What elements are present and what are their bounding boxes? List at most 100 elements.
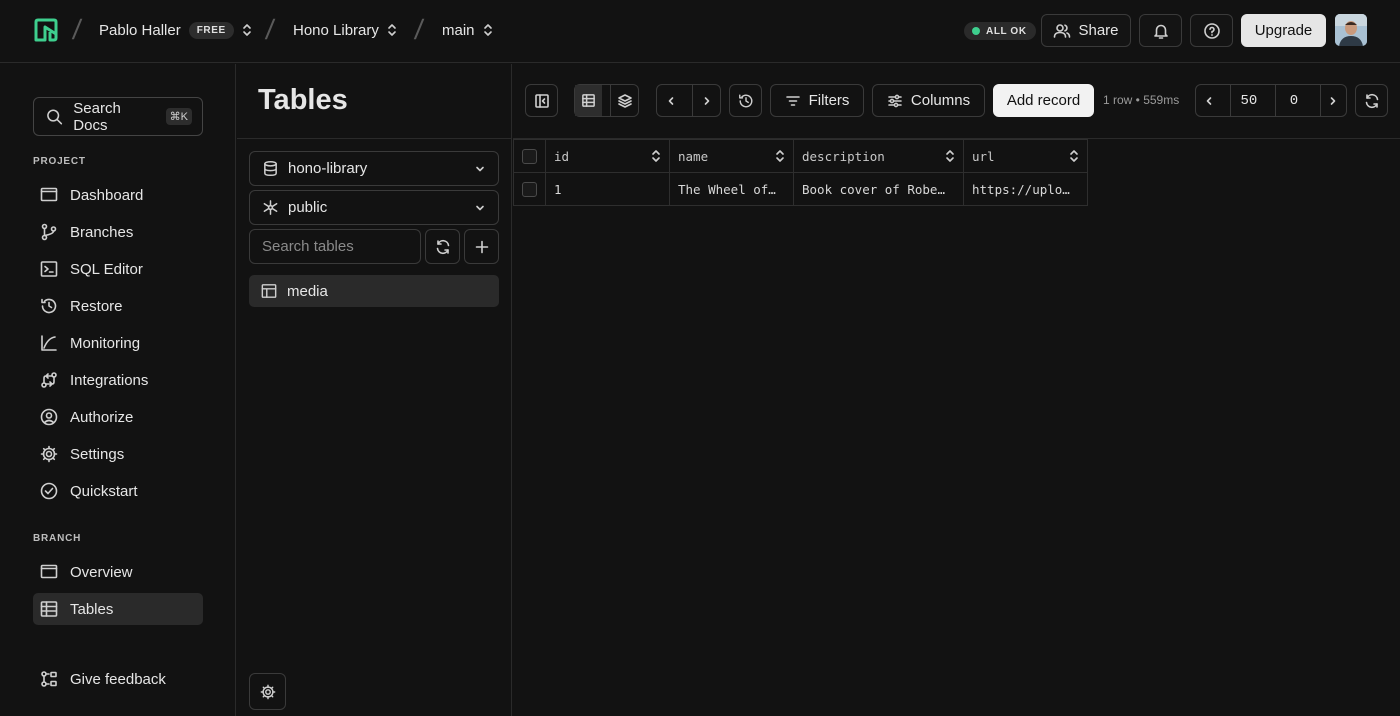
select-all-cell[interactable] <box>513 139 546 173</box>
sort-icon[interactable] <box>651 149 661 163</box>
toggle-sidebar-button[interactable] <box>525 84 558 117</box>
table-view-button[interactable] <box>575 85 603 116</box>
chevron-up-down-icon <box>242 24 251 36</box>
refresh-icon <box>1365 93 1378 108</box>
add-table-button[interactable] <box>464 229 499 264</box>
upgrade-button[interactable]: Upgrade <box>1241 14 1326 47</box>
chevron-up-down-icon <box>483 24 492 36</box>
monitor-icon <box>40 187 58 202</box>
help-button[interactable] <box>1190 14 1233 47</box>
chevron-down-icon <box>476 166 484 171</box>
chevron-right-icon <box>704 96 710 105</box>
refresh-tables-button[interactable] <box>425 229 460 264</box>
sidebar-item-overview[interactable]: Overview <box>33 556 203 588</box>
bell-icon <box>1153 24 1168 39</box>
top-bar: / Pablo Haller FREE / Hono Library / mai… <box>0 0 1400 63</box>
column-header-url[interactable]: url <box>963 139 1088 173</box>
history-button[interactable] <box>729 84 762 117</box>
column-header-name[interactable]: name <box>669 139 794 173</box>
sidebar-item-integrations[interactable]: Integrations <box>33 364 203 396</box>
sidebar-item-dashboard[interactable]: Dashboard <box>33 179 203 211</box>
integrations-icon <box>41 372 57 388</box>
cell-text: Book cover of Robe… <box>802 181 945 197</box>
columns-button[interactable]: Columns <box>872 84 985 117</box>
avatar[interactable] <box>1335 14 1367 46</box>
sidebar-item-label: SQL Editor <box>70 260 143 278</box>
status-badge[interactable]: ALL OK <box>964 22 1036 40</box>
branch-section-label: BRANCH <box>33 533 82 544</box>
schema-view-button[interactable] <box>610 85 638 116</box>
offset-field[interactable]: 0 <box>1274 85 1312 116</box>
cell-name[interactable]: The Wheel of… <box>669 172 794 206</box>
column-name: description <box>802 148 885 164</box>
add-record-button[interactable]: Add record <box>993 84 1094 117</box>
cell-id[interactable]: 1 <box>545 172 670 206</box>
column-header-description[interactable]: description <box>793 139 964 173</box>
chevron-up-down-icon <box>388 24 396 36</box>
sidebar-item-label: Restore <box>70 297 123 315</box>
column-header-id[interactable]: id <box>545 139 670 173</box>
row-checkbox[interactable] <box>522 181 537 197</box>
give-feedback-button[interactable]: Give feedback <box>33 663 203 695</box>
forward-button[interactable] <box>692 85 720 116</box>
filters-button[interactable]: Filters <box>770 84 864 117</box>
page-title: Tables <box>258 84 348 116</box>
search-tables-input[interactable] <box>249 229 421 264</box>
sort-icon[interactable] <box>1069 149 1079 163</box>
breadcrumb-separator: / <box>70 14 84 45</box>
sidebar-item-label: Settings <box>70 445 125 463</box>
branch-name: main <box>442 21 475 39</box>
main-content: Filters Columns Add record 1 row • 559ms… <box>513 64 1400 716</box>
search-docs-button[interactable]: Search Docs ⌘K <box>33 97 203 136</box>
sidebar-item-restore[interactable]: Restore <box>33 290 203 322</box>
sidebar-item-monitoring[interactable]: Monitoring <box>33 327 203 359</box>
schema-name: public <box>288 199 328 216</box>
sidebar-item-label: Quickstart <box>70 482 138 500</box>
select-all-checkbox[interactable] <box>522 148 537 164</box>
project-section-label: PROJECT <box>33 156 86 167</box>
data-grid: id name description url 1 The Wheel of… … <box>513 139 1088 206</box>
breadcrumb-project[interactable]: Hono Library <box>293 20 397 40</box>
sidebar-item-quickstart[interactable]: Quickstart <box>33 475 203 507</box>
page-size-field[interactable]: 50 <box>1229 85 1267 116</box>
table-list-item[interactable]: media <box>249 275 499 307</box>
table-name: media <box>287 282 328 300</box>
pagination: 50 0 <box>1195 84 1347 117</box>
chevron-left-icon <box>1206 96 1212 105</box>
sliders-icon <box>888 94 902 107</box>
breadcrumb-user[interactable]: Pablo Haller FREE <box>99 20 252 40</box>
next-page-button[interactable] <box>1319 85 1346 116</box>
column-name: name <box>678 148 709 164</box>
sidebar-collapse-icon <box>534 93 549 108</box>
sidebar-item-sql-editor[interactable]: SQL Editor <box>33 253 203 285</box>
sidebar-item-label: Monitoring <box>70 334 141 352</box>
plus-icon <box>475 240 488 253</box>
keyboard-shortcut: ⌘K <box>165 108 192 125</box>
panel-settings-button[interactable] <box>249 673 286 710</box>
branch-icon <box>41 223 57 241</box>
sort-icon[interactable] <box>945 149 955 163</box>
prev-page-button[interactable] <box>1196 85 1222 116</box>
sidebar-item-authorize[interactable]: Authorize <box>33 401 203 433</box>
row-select-cell[interactable] <box>513 172 546 206</box>
sidebar-item-label: Overview <box>70 563 133 581</box>
refresh-data-button[interactable] <box>1355 84 1388 117</box>
sidebar-item-branches[interactable]: Branches <box>33 216 203 248</box>
breadcrumb-branch[interactable]: main <box>442 20 493 40</box>
schema-select[interactable]: public <box>249 190 499 225</box>
sidebar-item-settings[interactable]: Settings <box>33 438 203 470</box>
notifications-button[interactable] <box>1139 14 1182 47</box>
neon-logo-icon[interactable] <box>33 17 59 43</box>
database-select[interactable]: hono-library <box>249 151 499 186</box>
share-button[interactable]: Share <box>1041 14 1131 47</box>
view-mode-toggle <box>574 84 639 117</box>
history-nav <box>656 84 721 117</box>
sort-icon[interactable] <box>775 149 785 163</box>
sidebar-item-tables[interactable]: Tables <box>33 593 203 625</box>
back-button[interactable] <box>657 85 684 116</box>
cell-url[interactable]: https://uplo… <box>963 172 1088 206</box>
table-row[interactable]: 1 The Wheel of… Book cover of Robe… http… <box>513 172 1088 206</box>
cell-description[interactable]: Book cover of Robe… <box>793 172 964 206</box>
chevron-down-icon <box>476 205 484 210</box>
plan-badge: FREE <box>188 21 234 39</box>
